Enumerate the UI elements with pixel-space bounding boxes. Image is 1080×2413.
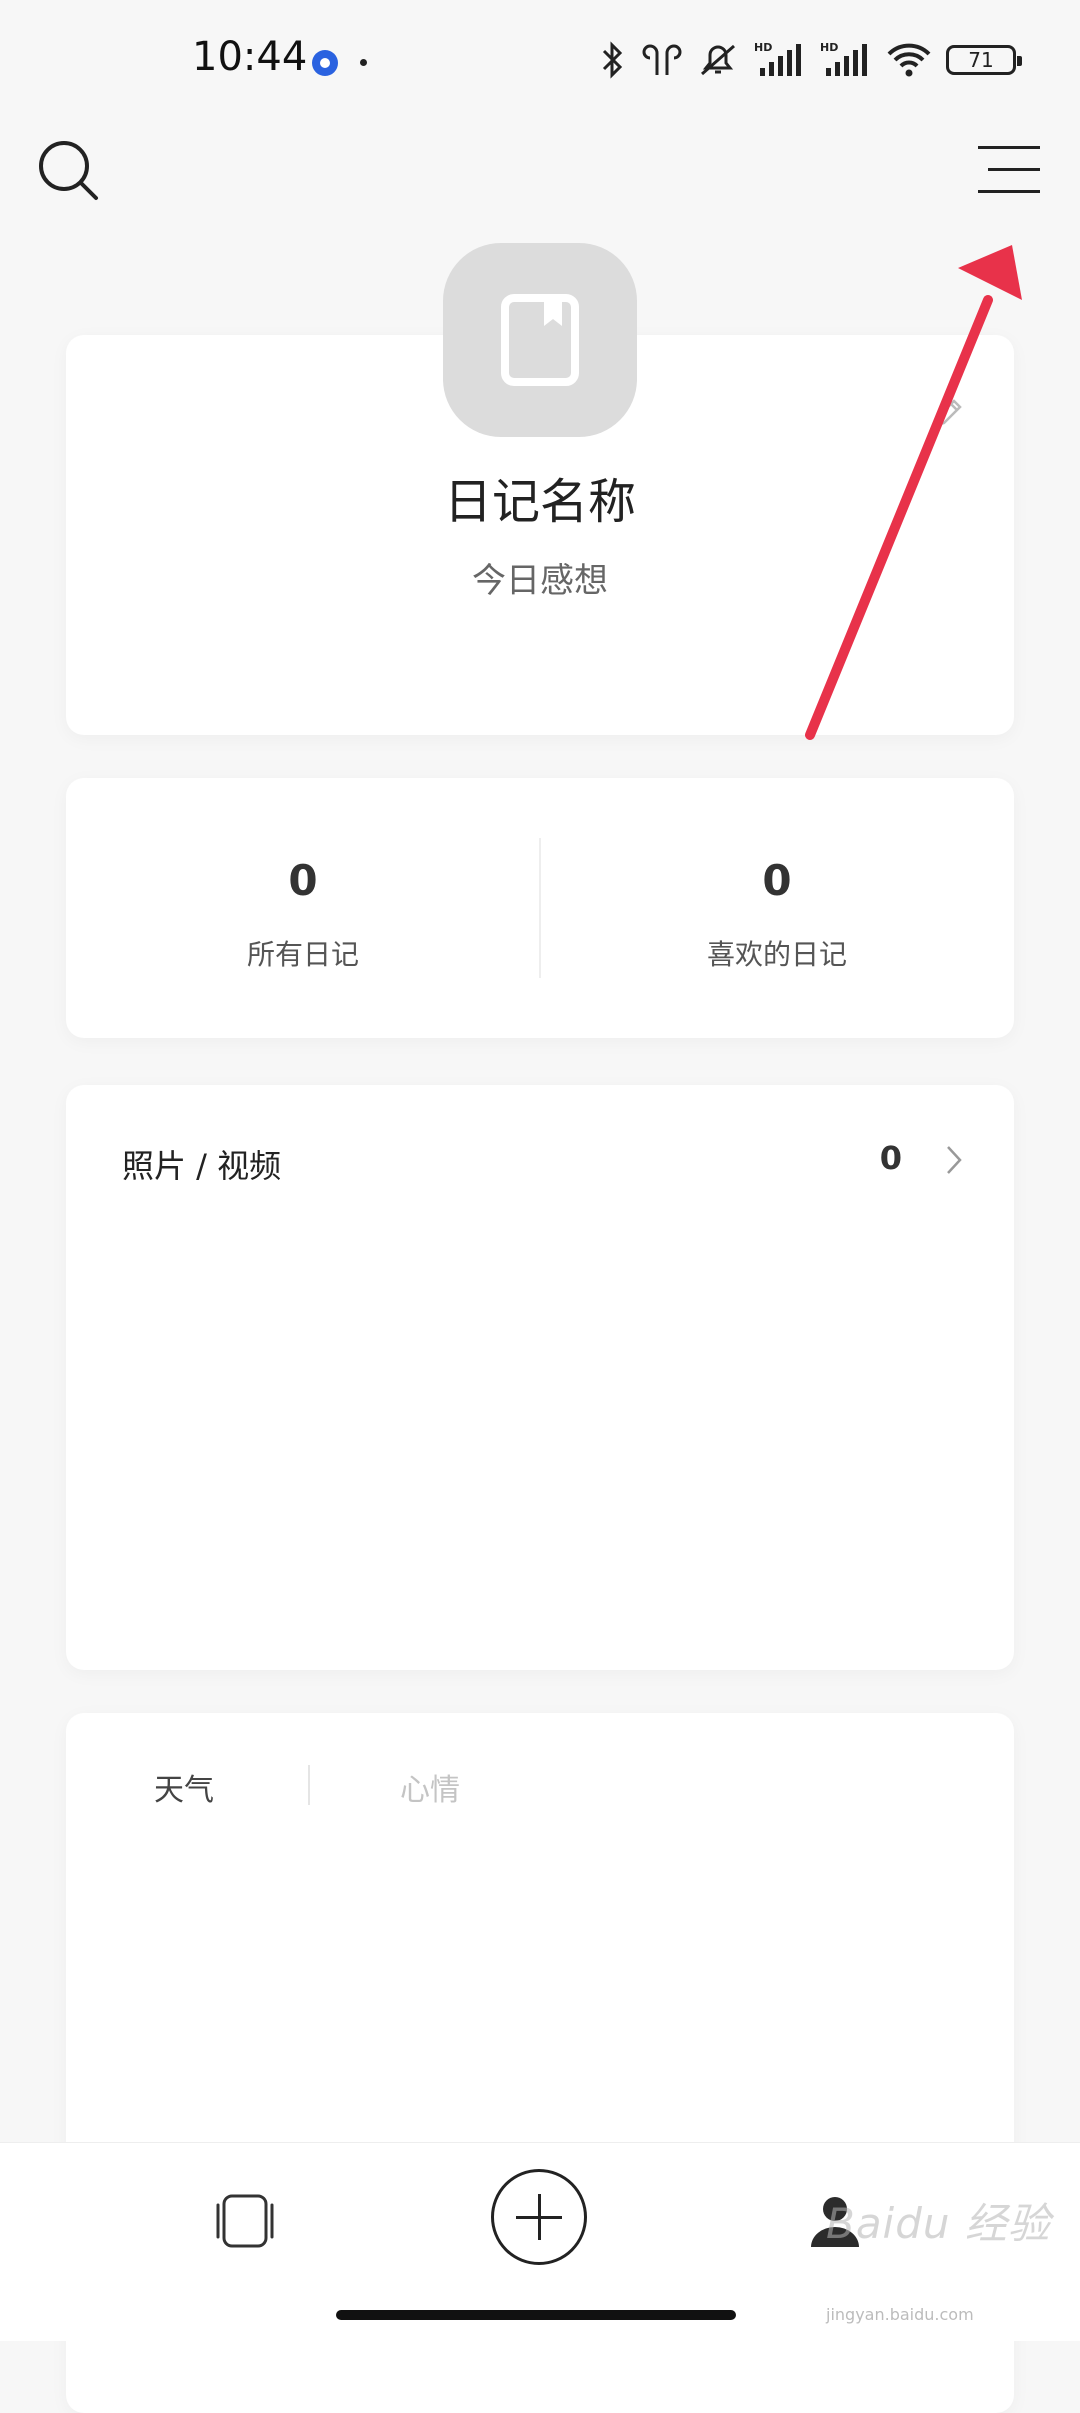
stats-card: 0 所有日记 0 喜欢的日记: [66, 778, 1014, 1038]
bluetooth-icon: [602, 41, 623, 79]
diary-avatar[interactable]: [443, 243, 637, 437]
diary-subtitle: 今日感想: [472, 561, 608, 601]
status-bar: 10:44 HD HD 71: [0, 0, 1080, 120]
notification-dot: [360, 59, 367, 66]
silent-icon: [701, 44, 735, 76]
app-notification-icon: [312, 50, 338, 76]
media-card[interactable]: 照片 / 视频 0: [66, 1085, 1014, 1670]
stat-liked-diaries[interactable]: 0 喜欢的日记: [540, 778, 1014, 1038]
stat-value: 0: [762, 856, 792, 905]
chevron-right-icon: [947, 1146, 962, 1174]
pencil-icon[interactable]: [928, 395, 966, 433]
watermark-url: jingyan.baidu.com: [826, 2305, 974, 2324]
signal-hd-icon: HD: [754, 41, 801, 76]
svg-text:HD: HD: [754, 41, 772, 54]
cards-icon[interactable]: [210, 2191, 280, 2251]
stat-label: 所有日记: [246, 938, 359, 971]
add-button[interactable]: [491, 2169, 587, 2265]
battery-icon: 71: [946, 45, 1022, 75]
search-button[interactable]: [34, 136, 104, 206]
media-count: 0: [879, 1139, 902, 1177]
signal-hd-icon: HD: [820, 41, 867, 76]
svg-text:HD: HD: [820, 41, 838, 54]
tab-mood[interactable]: 心情: [400, 1765, 460, 1809]
diary-name: 日记名称: [443, 474, 636, 530]
menu-button[interactable]: [970, 140, 1040, 200]
media-title: 照片 / 视频: [122, 1147, 282, 1185]
search-icon: [39, 141, 98, 200]
stat-label: 喜欢的日记: [706, 938, 847, 971]
watermark: Baidu 经验: [826, 2199, 1051, 2248]
status-time: 10:44: [192, 34, 308, 80]
home-indicator[interactable]: [336, 2310, 736, 2320]
battery-level: 71: [968, 48, 994, 72]
earbuds-icon: [642, 44, 682, 75]
tab-divider: [308, 1765, 310, 1805]
menu-icon: [978, 146, 1040, 149]
wifi-icon: [887, 43, 931, 77]
stat-value: 0: [288, 856, 318, 905]
book-icon: [501, 294, 579, 386]
tab-weather[interactable]: 天气: [154, 1765, 214, 1809]
top-bar: [0, 120, 1080, 230]
status-icons: HD HD 71: [598, 38, 1022, 82]
stat-all-diaries[interactable]: 0 所有日记: [66, 778, 540, 1038]
